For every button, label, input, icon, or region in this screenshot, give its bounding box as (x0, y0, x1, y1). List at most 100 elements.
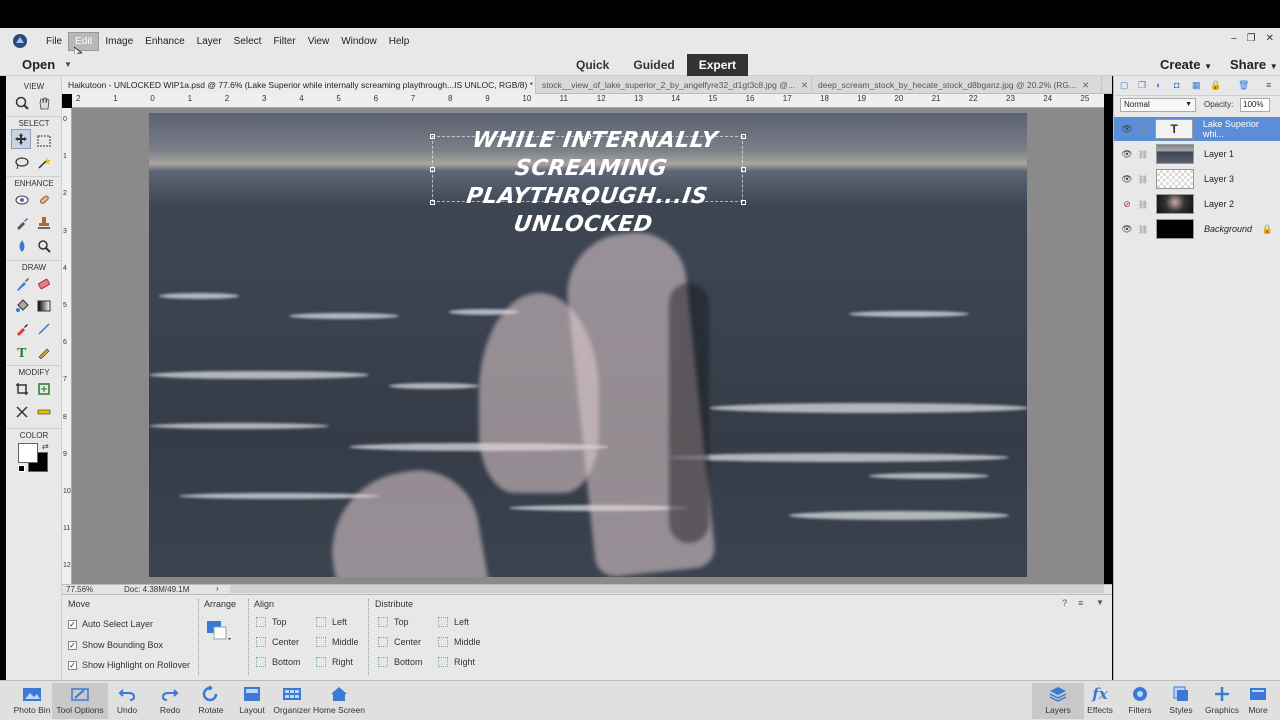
swap-colors-icon[interactable]: ⇄ (42, 442, 49, 451)
align-center-button[interactable]: Center (256, 637, 299, 647)
link-icon[interactable]: ⛓ (1136, 175, 1150, 184)
close-tab-icon[interactable]: ✕ (801, 80, 808, 90)
delete-layer-icon[interactable]: 🗑 (1238, 80, 1249, 91)
smart-brush-icon[interactable] (12, 213, 32, 233)
document-image[interactable]: WHILE INTERNALLY SCREAMING PLAYTHROUGH..… (149, 113, 1027, 577)
align-top-button[interactable]: Top (256, 617, 287, 627)
rectangular-marquee-icon[interactable] (34, 131, 54, 151)
collapse-panel-icon[interactable]: ▼ (1096, 598, 1104, 607)
color-picker-icon[interactable] (12, 319, 32, 339)
menu-help[interactable]: Help (383, 33, 416, 50)
layer-row-background[interactable]: 👁 ⛓ Background 🔒 (1114, 217, 1280, 241)
align-middle-button[interactable]: Middle (316, 637, 359, 647)
help-icon[interactable]: ? (1062, 598, 1067, 608)
distribute-middle-button[interactable]: Middle (438, 637, 481, 647)
menu-edit[interactable]: Edit (68, 31, 100, 51)
canvas-area[interactable]: WHILE INTERNALLY SCREAMING PLAYTHROUGH..… (72, 108, 1104, 584)
distribute-right-button[interactable]: Right (438, 657, 475, 667)
sponge-tool-icon[interactable] (34, 236, 54, 256)
content-aware-move-icon[interactable] (12, 402, 32, 422)
status-menu-arrow-icon[interactable]: › (216, 584, 219, 593)
arrange-icon[interactable] (206, 619, 231, 641)
recompose-tool-icon[interactable] (34, 379, 54, 399)
crop-tool-icon[interactable] (12, 379, 32, 399)
blur-tool-icon[interactable] (12, 236, 32, 256)
home-screen-button[interactable]: Home Screen (311, 683, 367, 719)
zoom-tool-icon[interactable] (12, 93, 32, 113)
show-bounding-box-checkbox[interactable]: ✓ Show Bounding Box (68, 640, 163, 650)
menu-enhance[interactable]: Enhance (139, 33, 190, 50)
close-tab-icon[interactable]: ✕ (1082, 80, 1089, 90)
link-icon[interactable]: ⛓ (1136, 125, 1150, 134)
layers-menu-icon[interactable]: ≡ (1266, 80, 1271, 90)
distribute-left-button[interactable]: Left (438, 617, 469, 627)
open-dropdown-icon[interactable]: ▼ (64, 60, 72, 69)
doc-tab-3[interactable]: deep_scream_stock_by_hecate_stock_d8bgan… (812, 76, 1102, 94)
distribute-top-button[interactable]: Top (378, 617, 409, 627)
align-left-button[interactable]: Left (316, 617, 347, 627)
doc-tab-2[interactable]: stock__view_of_lake_superior_2_by_angelf… (536, 76, 812, 94)
gradient-tool-icon[interactable] (34, 296, 54, 316)
layer-row-layer-3[interactable]: 👁 ⛓ Layer 3 (1114, 167, 1280, 191)
minimize-button[interactable]: – (1231, 33, 1237, 44)
menu-select[interactable]: Select (228, 33, 268, 50)
new-layer-icon[interactable]: ▢ (1120, 80, 1129, 91)
link-icon[interactable]: ⛓ (1136, 200, 1150, 209)
open-button[interactable]: Open (22, 57, 55, 72)
link-icon[interactable]: ⛓ (1136, 150, 1150, 159)
horizontal-scrollbar[interactable] (230, 585, 1104, 593)
create-button[interactable]: Create ▼ (1160, 57, 1212, 72)
lock-transparency-icon[interactable]: ▦ (1192, 80, 1201, 91)
lock-icon[interactable]: 🔒 (1262, 224, 1273, 235)
paint-bucket-icon[interactable] (12, 296, 32, 316)
canvas-text-layer[interactable]: WHILE INTERNALLY SCREAMING PLAYTHROUGH..… (424, 127, 754, 239)
default-colors-icon[interactable] (18, 465, 25, 472)
spot-healing-icon[interactable] (34, 190, 54, 210)
align-right-button[interactable]: Right (316, 657, 353, 667)
layer-row-layer-1[interactable]: 👁 ⛓ Layer 1 (1114, 142, 1280, 166)
app-logo-icon[interactable] (10, 31, 30, 51)
distribute-bottom-button[interactable]: Bottom (378, 657, 423, 667)
move-tool-icon[interactable] (11, 129, 31, 149)
menu-layer[interactable]: Layer (191, 33, 228, 50)
hand-tool-icon[interactable] (34, 93, 54, 113)
share-button[interactable]: Share ▼ (1230, 57, 1278, 72)
menu-image[interactable]: Image (99, 33, 139, 50)
visibility-hidden-icon[interactable]: ⊘ (1118, 199, 1136, 210)
menu-window[interactable]: Window (335, 33, 383, 50)
visibility-eye-icon[interactable]: 👁 (1118, 224, 1136, 235)
tab-expert[interactable]: Expert (686, 54, 749, 76)
clone-stamp-icon[interactable] (34, 213, 54, 233)
type-tool-icon[interactable]: T (12, 342, 32, 362)
red-eye-tool-icon[interactable] (12, 190, 32, 210)
show-highlight-checkbox[interactable]: ✓ Show Highlight on Rollover (68, 660, 190, 670)
line-tool-icon[interactable] (34, 319, 54, 339)
options-menu-icon[interactable]: ≡ (1078, 598, 1083, 608)
distribute-center-button[interactable]: Center (378, 637, 421, 647)
layer-row-text[interactable]: 👁 ⛓ T Lake Superior whi... (1114, 117, 1280, 141)
auto-select-layer-checkbox[interactable]: ✓ Auto Select Layer (68, 619, 153, 629)
zoom-level[interactable]: 77.56% (66, 585, 93, 594)
more-button[interactable]: More (1236, 683, 1280, 719)
visibility-eye-icon[interactable]: 👁 (1118, 149, 1136, 160)
layer-row-layer-2[interactable]: ⊘ ⛓ Layer 2 (1114, 192, 1280, 216)
visibility-eye-icon[interactable]: 👁 (1118, 124, 1136, 135)
magic-wand-icon[interactable] (34, 153, 54, 173)
layer-mask-icon[interactable]: ◘ (1174, 80, 1179, 90)
lock-layer-icon[interactable]: 🔒 (1210, 80, 1221, 91)
blend-mode-select[interactable]: Normal ▼ (1120, 98, 1196, 112)
eraser-tool-icon[interactable] (34, 274, 54, 294)
tab-quick[interactable]: Quick (564, 54, 621, 76)
new-group-icon[interactable]: ❐ (1138, 80, 1146, 91)
tab-guided[interactable]: Guided (621, 54, 686, 76)
lasso-tool-icon[interactable] (12, 153, 32, 173)
menu-view[interactable]: View (302, 33, 336, 50)
link-icon[interactable]: ⛓ (1136, 225, 1150, 234)
opacity-input[interactable]: 100% (1240, 98, 1270, 112)
foreground-color-swatch[interactable] (18, 443, 38, 463)
close-button[interactable]: ✕ (1266, 33, 1274, 44)
straighten-tool-icon[interactable] (34, 402, 54, 422)
restore-button[interactable]: ❐ (1247, 33, 1256, 44)
adjustment-layer-icon[interactable]: ◐ (1156, 80, 1161, 90)
pencil-tool-icon[interactable] (34, 342, 54, 362)
